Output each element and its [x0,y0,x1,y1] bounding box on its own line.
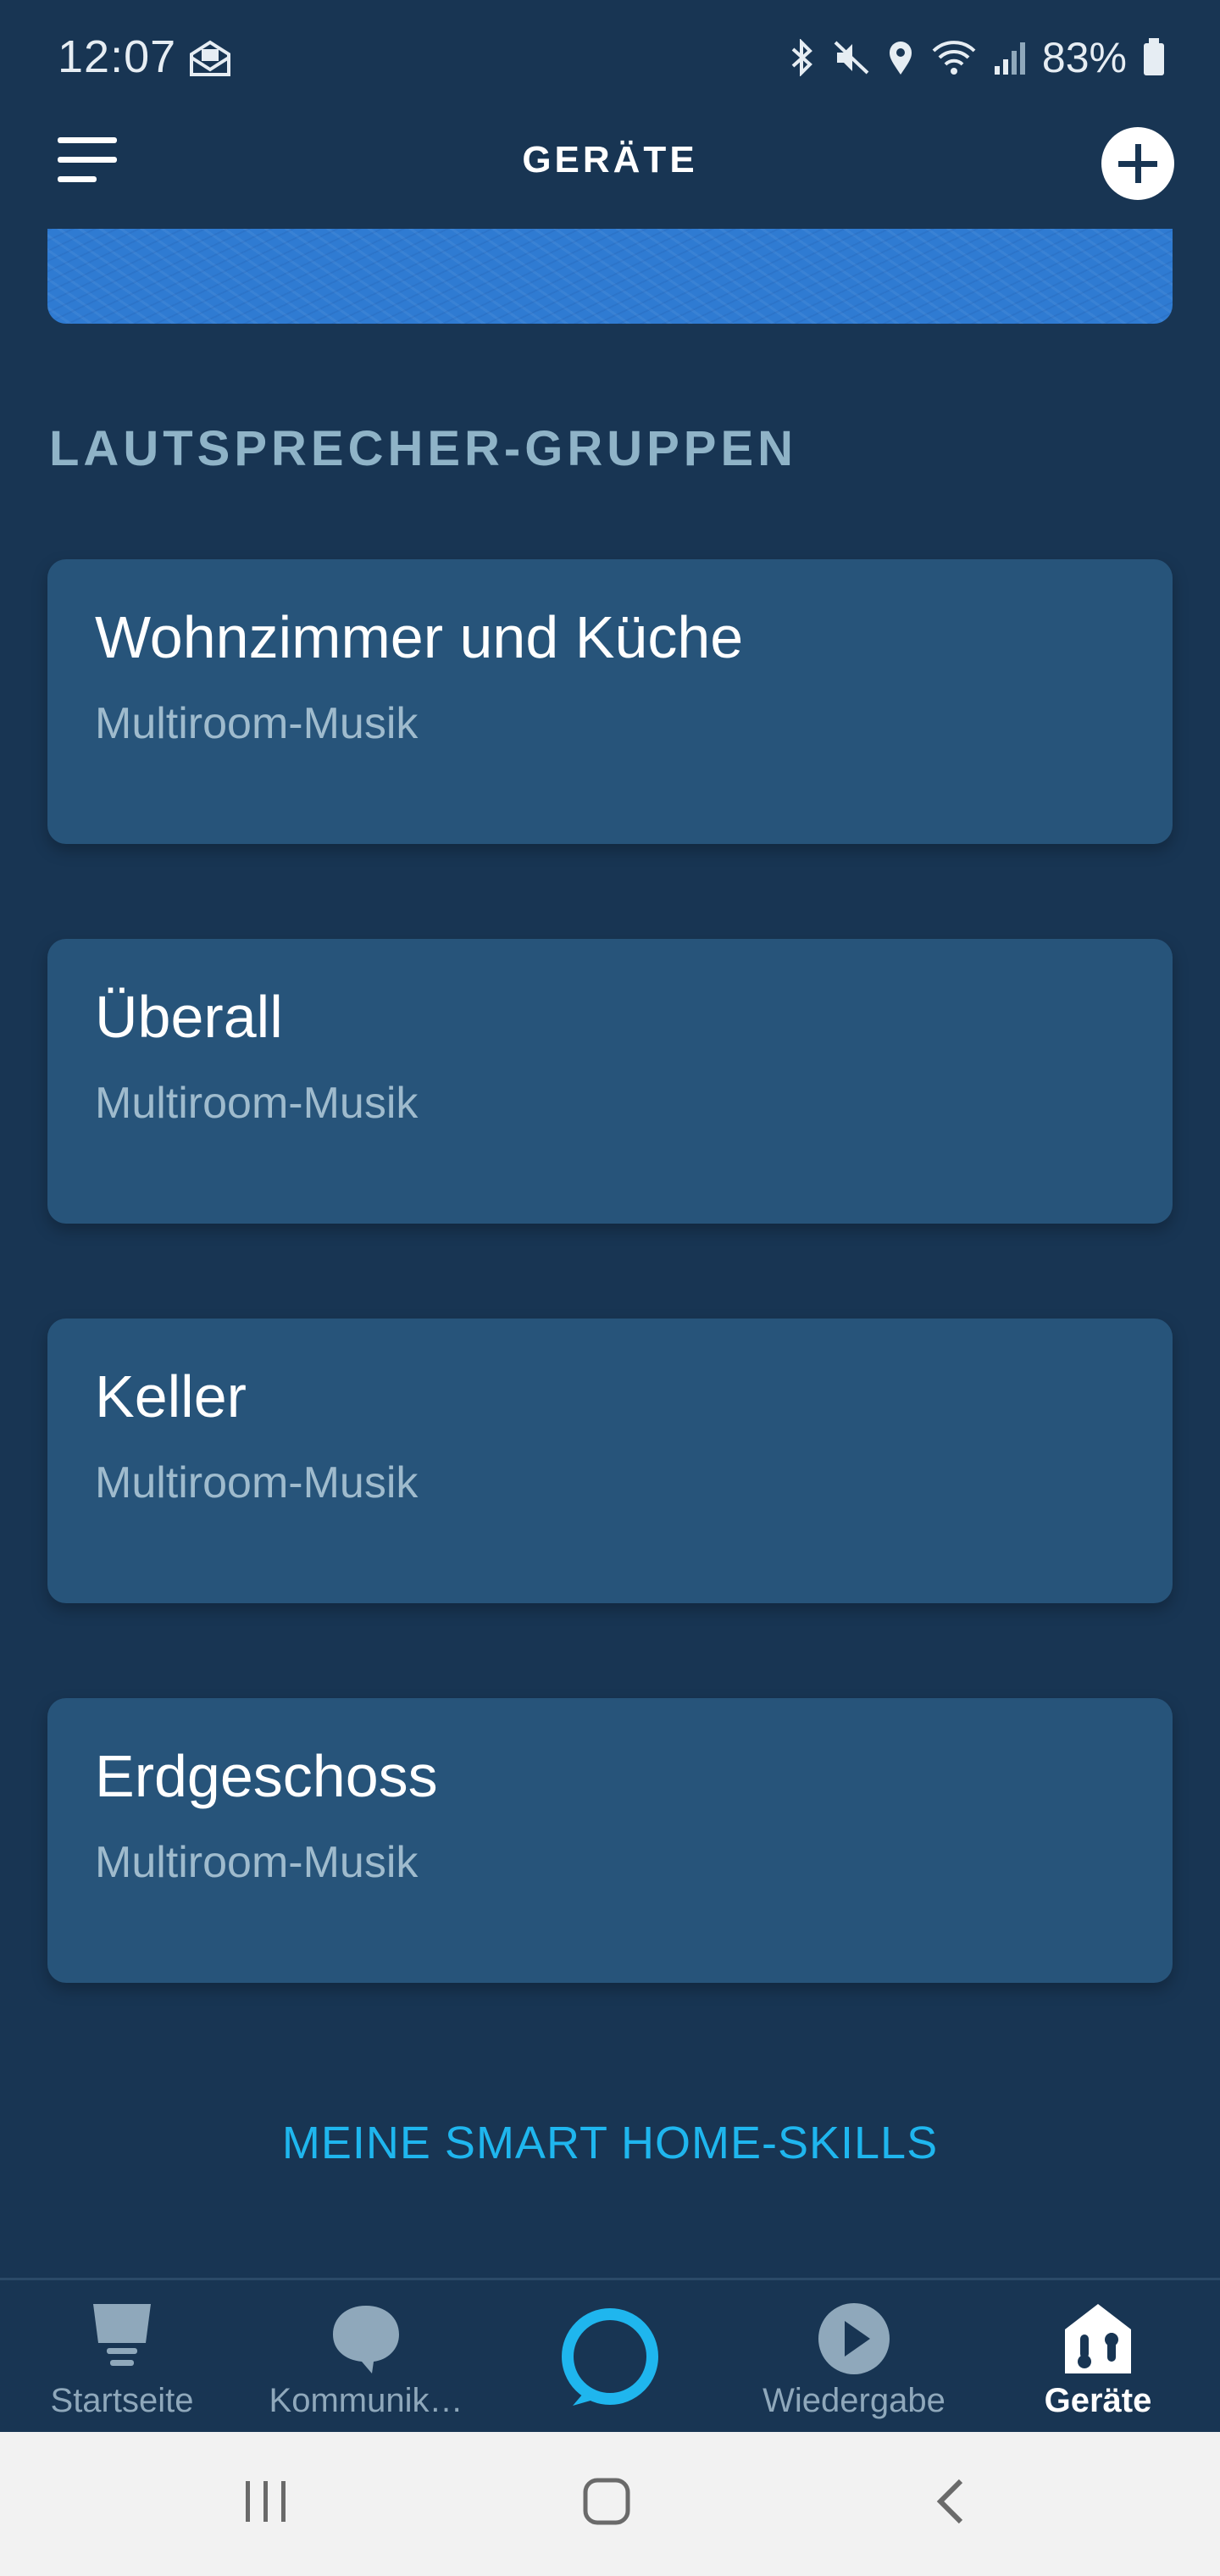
status-icons: 83% [788,32,1166,83]
mute-icon [834,41,869,75]
group-type: Multiroom-Musik [95,699,419,748]
nav-item-startseite[interactable]: Startseite [0,2280,244,2434]
nav-item-alexa[interactable] [488,2280,732,2434]
group-type: Multiroom-Musik [95,1079,419,1128]
speaker-group-card[interactable]: Wohnzimmer und Küche Multiroom-Musik [47,559,1173,844]
home-button-icon[interactable] [581,2476,632,2527]
add-device-button[interactable] [1101,127,1174,200]
nav-item-geraete[interactable]: Geräte [976,2280,1220,2434]
recent-apps-icon[interactable] [241,2476,291,2527]
speaker-group-card[interactable]: Erdgeschoss Multiroom-Musik [47,1698,1173,1983]
battery-percent: 83% [1041,34,1127,81]
app-header: GERÄTE [0,119,1220,220]
back-icon[interactable] [927,2476,978,2527]
devices-house-icon [1065,2304,1131,2373]
mail-icon [190,40,230,76]
status-time: 12:07 [58,31,177,82]
speaker-group-card[interactable]: Keller Multiroom-Musik [47,1319,1173,1603]
battery-icon [1144,38,1164,75]
alexa-ring-icon [562,2308,658,2406]
group-name: Wohnzimmer und Küche [95,604,744,670]
group-type: Multiroom-Musik [95,1838,419,1887]
page-title: GERÄTE [522,139,698,180]
speaker-group-card[interactable]: Überall Multiroom-Musik [47,939,1173,1224]
status-bar: 12:07 83% [0,0,1220,119]
nav-label: Kommunik… [269,2382,463,2419]
section-title: LAUTSPRECHER-GRUPPEN [49,421,798,476]
group-type: Multiroom-Musik [95,1458,419,1507]
chat-bubble-icon [333,2306,399,2373]
bottom-nav: Startseite Kommunik… Wiedergabe Geräte [0,2278,1220,2434]
group-name: Erdgeschoss [95,1743,438,1809]
group-name: Keller [95,1363,247,1430]
smart-home-skills-link[interactable]: MEINE SMART HOME-SKILLS [0,2117,1220,2169]
nav-item-kommunikation[interactable]: Kommunik… [244,2280,488,2434]
signal-icon [994,42,1025,75]
bluetooth-icon [791,39,812,76]
home-icon [93,2304,151,2366]
play-icon [818,2303,890,2374]
nav-label: Geräte [1044,2382,1152,2419]
wifi-icon [932,41,976,75]
nav-item-wiedergabe[interactable]: Wiedergabe [732,2280,976,2434]
plus-icon [1118,144,1157,183]
location-icon [889,42,912,75]
nav-label: Wiedergabe [762,2382,946,2419]
promo-banner[interactable] [47,229,1173,324]
nav-label: Startseite [50,2382,194,2419]
group-name: Überall [95,984,283,1050]
system-nav-bar [0,2432,1220,2576]
